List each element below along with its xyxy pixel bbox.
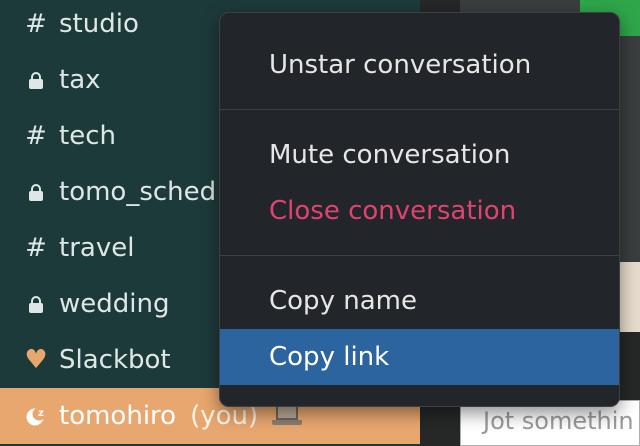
laptop-icon xyxy=(272,405,303,427)
context-menu: Unstar conversation Mute conversation Cl… xyxy=(219,12,620,407)
channel-label: tomo_sched xyxy=(59,177,217,207)
hash-icon: # xyxy=(25,121,47,151)
menu-item-label: Copy link xyxy=(269,342,390,372)
menu-unstar-conversation[interactable]: Unstar conversation xyxy=(220,37,619,93)
lock-icon xyxy=(25,183,47,201)
channel-label: tax xyxy=(59,65,101,95)
menu-divider xyxy=(220,109,619,110)
hash-icon: # xyxy=(25,9,47,39)
user-name: tomohiro xyxy=(59,401,177,431)
lock-icon xyxy=(25,71,47,89)
channel-label: Slackbot xyxy=(59,345,171,375)
menu-divider xyxy=(220,255,619,256)
lock-icon xyxy=(25,295,47,313)
menu-copy-name[interactable]: Copy name xyxy=(220,273,619,329)
menu-item-label: Close conversation xyxy=(269,196,517,226)
menu-close-conversation[interactable]: Close conversation xyxy=(220,183,619,239)
menu-copy-link[interactable]: Copy link xyxy=(220,329,619,385)
menu-item-label: Mute conversation xyxy=(269,140,511,170)
svg-text:z: z xyxy=(38,408,44,419)
channel-label: tech xyxy=(59,121,116,151)
menu-mute-conversation[interactable]: Mute conversation xyxy=(220,127,619,183)
menu-item-label: Unstar conversation xyxy=(269,50,532,80)
channel-label: travel xyxy=(59,233,135,263)
away-status-icon: z xyxy=(25,405,47,427)
hash-icon: # xyxy=(25,233,47,263)
channel-label: studio xyxy=(59,9,139,39)
menu-item-label: Copy name xyxy=(269,286,417,316)
heart-icon: ♥ xyxy=(24,345,48,375)
channel-label: wedding xyxy=(59,289,170,319)
